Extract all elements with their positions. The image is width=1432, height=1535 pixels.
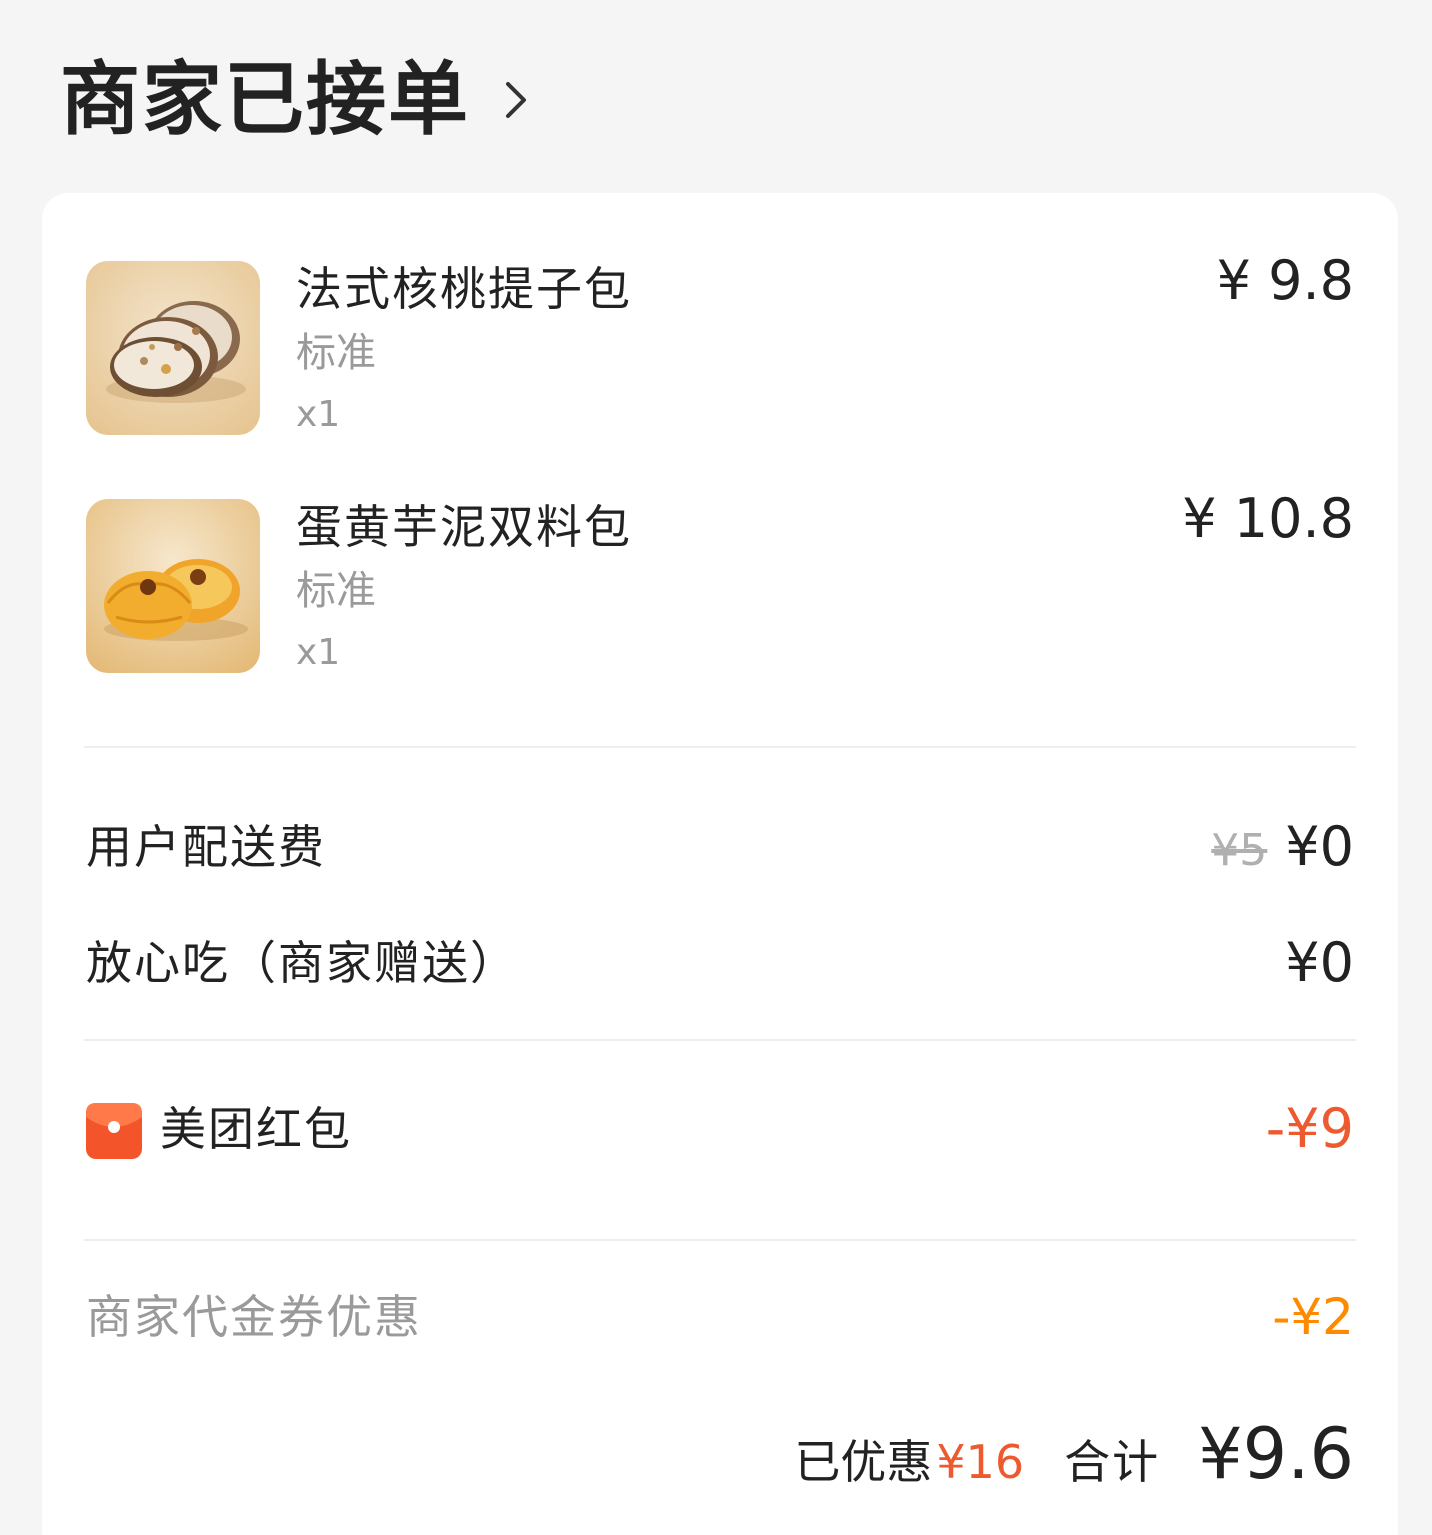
product-spec: 标准 — [296, 330, 376, 376]
product-name: 蛋黄芋泥双料包 — [296, 500, 632, 554]
red-packet-label: 美团红包 — [160, 1102, 352, 1156]
product-item[interactable]: 蛋黄芋泥双料包 标准 x1 ¥ 10.8 — [86, 489, 1354, 675]
delivery-fee-final: ¥0 — [1285, 815, 1354, 878]
product-item[interactable]: 法式核桃提子包 标准 x1 ¥ 9.8 — [86, 251, 1354, 437]
red-packet-value: -¥9 — [1265, 1097, 1354, 1160]
order-status-header[interactable]: 商家已接单 — [60, 52, 528, 148]
red-packet-row[interactable]: 美团红包 -¥9 — [86, 1099, 1354, 1159]
delivery-fee-label: 用户配送费 — [86, 820, 326, 874]
product-price: ¥ 9.8 — [1216, 249, 1354, 312]
total-value: ¥9.6 — [1198, 1413, 1354, 1495]
product-quantity: x1 — [296, 632, 341, 673]
chevron-right-icon — [504, 80, 528, 120]
order-detail-page: 商家已接单 法式核桃提子包 标准 x1 ¥ 9.8 蛋黄芋泥双料包 标准 x1 … — [0, 0, 1432, 1535]
assurance-row: 放心吃（商家赠送） ¥0 — [86, 933, 1354, 993]
order-status-title: 商家已接单 — [60, 53, 470, 146]
saved-value: ¥16 — [936, 1435, 1025, 1489]
product-image-taro-bun — [86, 499, 260, 673]
product-name: 法式核桃提子包 — [296, 262, 632, 316]
product-price: ¥ 10.8 — [1182, 487, 1354, 550]
coupon-label: 商家代金券优惠 — [86, 1290, 422, 1344]
product-image-walnut-bread — [86, 261, 260, 435]
red-packet-icon — [86, 1103, 142, 1159]
product-quantity: x1 — [296, 394, 341, 435]
delivery-fee-row: 用户配送费 ¥5 ¥0 — [86, 817, 1354, 877]
order-totals: 已优惠 ¥16 合计 ¥9.6 — [794, 1413, 1354, 1495]
divider — [84, 1239, 1356, 1241]
divider — [84, 746, 1356, 748]
delivery-fee-value: ¥5 ¥0 — [1211, 817, 1354, 881]
coupon-value: -¥2 — [1272, 1288, 1354, 1346]
coupon-row[interactable]: 商家代金券优惠 -¥2 — [86, 1287, 1354, 1347]
order-card: 法式核桃提子包 标准 x1 ¥ 9.8 蛋黄芋泥双料包 标准 x1 ¥ 10.8… — [42, 193, 1398, 1535]
saved-label: 已优惠 — [794, 1435, 933, 1489]
assurance-value: ¥0 — [1285, 931, 1354, 994]
product-spec: 标准 — [296, 568, 376, 614]
delivery-fee-original: ¥5 — [1211, 825, 1268, 876]
assurance-label: 放心吃（商家赠送） — [86, 936, 518, 990]
total-label: 合计 — [1064, 1435, 1161, 1489]
divider — [84, 1039, 1356, 1041]
